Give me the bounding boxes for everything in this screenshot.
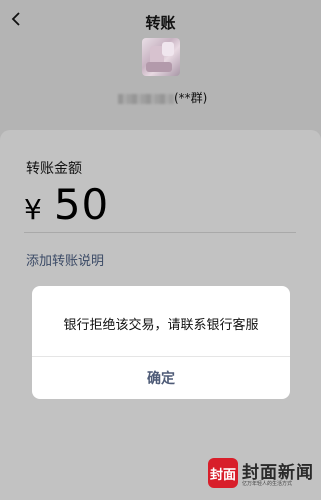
amount-field[interactable]: ¥ 50 <box>24 180 110 229</box>
amount-divider <box>24 232 296 233</box>
add-note-link[interactable]: 添加转账说明 <box>26 250 104 269</box>
recipient-name: (**群) <box>118 88 238 106</box>
watermark-tagline: 亿万年轻人的生活方式 <box>242 481 293 487</box>
watermark-logo: 封面 封面新闻 亿万年轻人的生活方式 <box>208 456 314 490</box>
confirm-button[interactable]: 确定 <box>32 357 290 399</box>
amount-label: 转账金额 <box>26 161 82 177</box>
dialog-message: 银行拒绝该交易，请联系银行客服 <box>63 318 259 333</box>
watermark-seal: 封面 <box>208 458 238 488</box>
recipient-group-suffix: (**群) <box>174 91 208 105</box>
currency-symbol: ¥ <box>24 193 42 226</box>
page-title: 转账 <box>145 14 176 32</box>
blurred-name <box>118 94 174 104</box>
avatar <box>142 38 180 76</box>
header: 转账 <box>0 0 321 40</box>
error-dialog: 银行拒绝该交易，请联系银行客服 确定 <box>32 286 290 399</box>
amount-value: 50 <box>53 180 110 229</box>
